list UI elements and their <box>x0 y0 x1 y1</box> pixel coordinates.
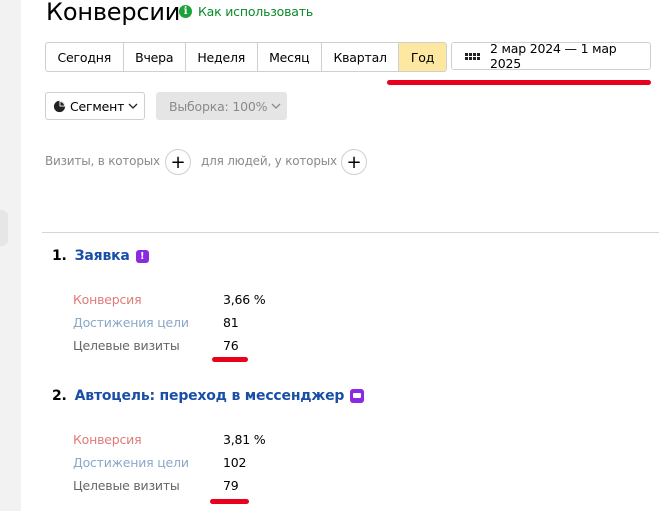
section-divider <box>42 232 659 233</box>
sample-label: Выборка: 100% <box>169 98 268 114</box>
target-visits-label: Целевые визиты <box>73 478 180 493</box>
reaches-value: 102 <box>223 455 247 470</box>
how-to-use-link[interactable]: i Как использовать <box>179 4 313 19</box>
people-filter-label: для людей, у которых <box>201 154 337 168</box>
segment-dropdown[interactable]: Сегмент <box>45 92 145 120</box>
chevron-down-icon <box>128 103 138 109</box>
target-visits-label: Целевые визиты <box>73 338 180 353</box>
highlight-mark-period <box>387 80 651 85</box>
period-selector: Сегодня Вчера Неделя Месяц Квартал Год <box>45 42 447 72</box>
sample-dropdown[interactable]: Выборка: 100% <box>156 92 287 120</box>
reaches-value: 81 <box>223 315 239 330</box>
segment-label: Сегмент <box>70 98 125 114</box>
period-week[interactable]: Неделя <box>186 43 258 71</box>
exclamation-badge-icon: ! <box>135 249 149 263</box>
conversion-value: 3,81 % <box>223 432 266 447</box>
plus-icon: + <box>170 151 186 173</box>
goal-number: 1. <box>52 248 67 264</box>
conversion-value: 3,66 % <box>223 292 266 307</box>
period-yesterday[interactable]: Вчера <box>124 43 186 71</box>
visits-filter-label: Визиты, в которых <box>45 154 160 168</box>
how-to-use-label: Как использовать <box>198 4 314 19</box>
add-people-filter-button[interactable]: + <box>341 149 367 175</box>
reaches-label: Достижения цели <box>73 315 189 330</box>
plus-icon: + <box>346 151 362 173</box>
target-visits-value: 79 <box>223 478 239 493</box>
period-quarter[interactable]: Квартал <box>322 43 400 71</box>
goal-link[interactable]: Автоцель: переход в мессенджер <box>75 388 345 404</box>
page-title: Конверсии <box>46 0 181 26</box>
goal-1-title: 1. Заявка ! <box>52 248 149 264</box>
goal-link[interactable]: Заявка <box>75 248 130 264</box>
goal-number: 2. <box>52 388 67 404</box>
conversion-label: Конверсия <box>73 292 142 307</box>
highlight-mark-visits <box>210 499 249 504</box>
highlight-mark-visits <box>212 357 248 362</box>
period-year[interactable]: Год <box>399 43 446 71</box>
pie-chart-icon <box>53 100 66 112</box>
add-visits-filter-button[interactable]: + <box>165 149 191 175</box>
period-month[interactable]: Месяц <box>258 43 322 71</box>
target-visits-value: 76 <box>223 338 239 353</box>
conversion-label: Конверсия <box>73 432 142 447</box>
period-today[interactable]: Сегодня <box>46 43 124 71</box>
goal-2-title: 2. Автоцель: переход в мессенджер <box>52 388 365 404</box>
conversions-page: Конверсии i Как использовать Сегодня Вче… <box>0 0 659 511</box>
chat-badge-icon <box>350 389 365 403</box>
info-icon: i <box>179 5 192 18</box>
calendar-icon <box>465 52 480 60</box>
date-range-button[interactable]: 2 мар 2024 — 1 мар 2025 <box>451 41 651 71</box>
reaches-label: Достижения цели <box>73 455 189 470</box>
date-range-label: 2 мар 2024 — 1 мар 2025 <box>490 41 617 71</box>
chevron-down-icon <box>271 103 281 109</box>
